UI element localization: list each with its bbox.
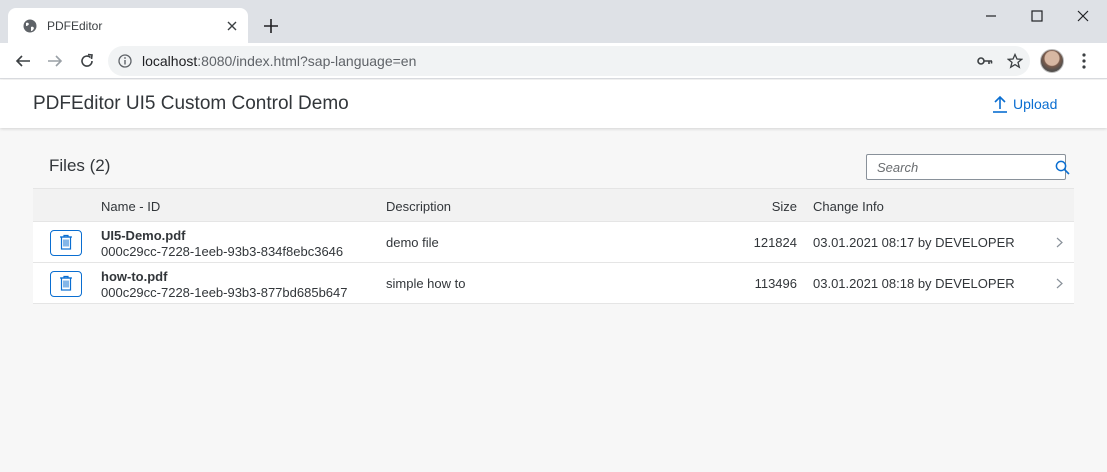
forward-arrow-icon[interactable] [43, 49, 67, 73]
delete-button[interactable] [50, 230, 82, 256]
reload-icon[interactable] [75, 49, 99, 73]
url-text: localhost:8080/index.html?sap-language=e… [142, 53, 970, 69]
trash-icon [59, 234, 73, 253]
back-arrow-icon[interactable] [11, 49, 35, 73]
upload-icon [992, 95, 1008, 113]
app-page: PDFEditor UI5 Custom Control Demo Upload… [0, 80, 1107, 472]
new-tab-icon[interactable] [259, 14, 283, 38]
url-path: :8080/index.html?sap-language=en [197, 53, 417, 69]
file-change-info: 03.01.2021 08:17 by DEVELOPER [813, 235, 1015, 250]
upload-label: Upload [1013, 96, 1058, 112]
profile-avatar[interactable] [1040, 49, 1064, 73]
table-header: Name - ID Description Size Change Info [33, 188, 1074, 222]
files-table: Name - ID Description Size Change Info U… [33, 188, 1074, 304]
file-size: 113496 [754, 276, 797, 291]
file-name: how-to.pdf [101, 269, 168, 284]
browser-tabstrip: PDFEditor [0, 0, 1107, 43]
search-icon[interactable] [1055, 160, 1070, 175]
files-title: Files (2) [49, 156, 111, 175]
browser-tab[interactable]: PDFEditor [8, 8, 248, 43]
file-change-info: 03.01.2021 08:18 by DEVELOPER [813, 276, 1015, 291]
minimize-icon[interactable] [968, 4, 1014, 28]
column-header-change-info: Change Info [813, 199, 884, 214]
column-header-size: Size [771, 199, 797, 214]
column-header-description: Description [386, 199, 452, 214]
star-icon[interactable] [1000, 46, 1030, 76]
close-tab-icon[interactable] [222, 16, 242, 36]
info-icon[interactable] [108, 54, 142, 68]
file-description: demo file [386, 235, 439, 250]
chevron-right-icon[interactable] [1053, 276, 1065, 290]
page-title: PDFEditor UI5 Custom Control Demo [33, 93, 349, 114]
trash-icon [59, 275, 73, 294]
column-header-name: Name - ID [101, 199, 161, 214]
file-size: 121824 [753, 235, 797, 250]
maximize-icon[interactable] [1014, 4, 1060, 28]
app-header: PDFEditor UI5 Custom Control Demo Upload [0, 80, 1107, 128]
chevron-right-icon[interactable] [1053, 235, 1065, 249]
key-icon[interactable] [970, 46, 1000, 76]
tab-title: PDFEditor [47, 18, 103, 33]
browser-toolbar: localhost:8080/index.html?sap-language=e… [0, 43, 1107, 79]
file-id: 000c29cc-7228-1eeb-93b3-834f8ebc3646 [101, 244, 344, 259]
search-field[interactable] [866, 154, 1070, 180]
file-id: 000c29cc-7228-1eeb-93b3-877bd685b647 [101, 285, 348, 300]
search-input[interactable] [867, 155, 1055, 179]
file-name: UI5-Demo.pdf [101, 228, 186, 243]
address-bar[interactable]: localhost:8080/index.html?sap-language=e… [108, 46, 1030, 76]
globe-icon [22, 18, 38, 34]
more-vert-icon[interactable] [1072, 49, 1096, 73]
file-description: simple how to [386, 276, 466, 291]
delete-button[interactable] [50, 271, 82, 297]
table-row[interactable]: UI5-Demo.pdf 000c29cc-7228-1eeb-93b3-834… [33, 222, 1074, 263]
url-host: localhost [142, 53, 198, 69]
upload-button[interactable]: Upload [992, 92, 1057, 116]
table-row[interactable]: how-to.pdf 000c29cc-7228-1eeb-93b3-877bd… [33, 263, 1074, 304]
close-window-icon[interactable] [1060, 4, 1106, 28]
